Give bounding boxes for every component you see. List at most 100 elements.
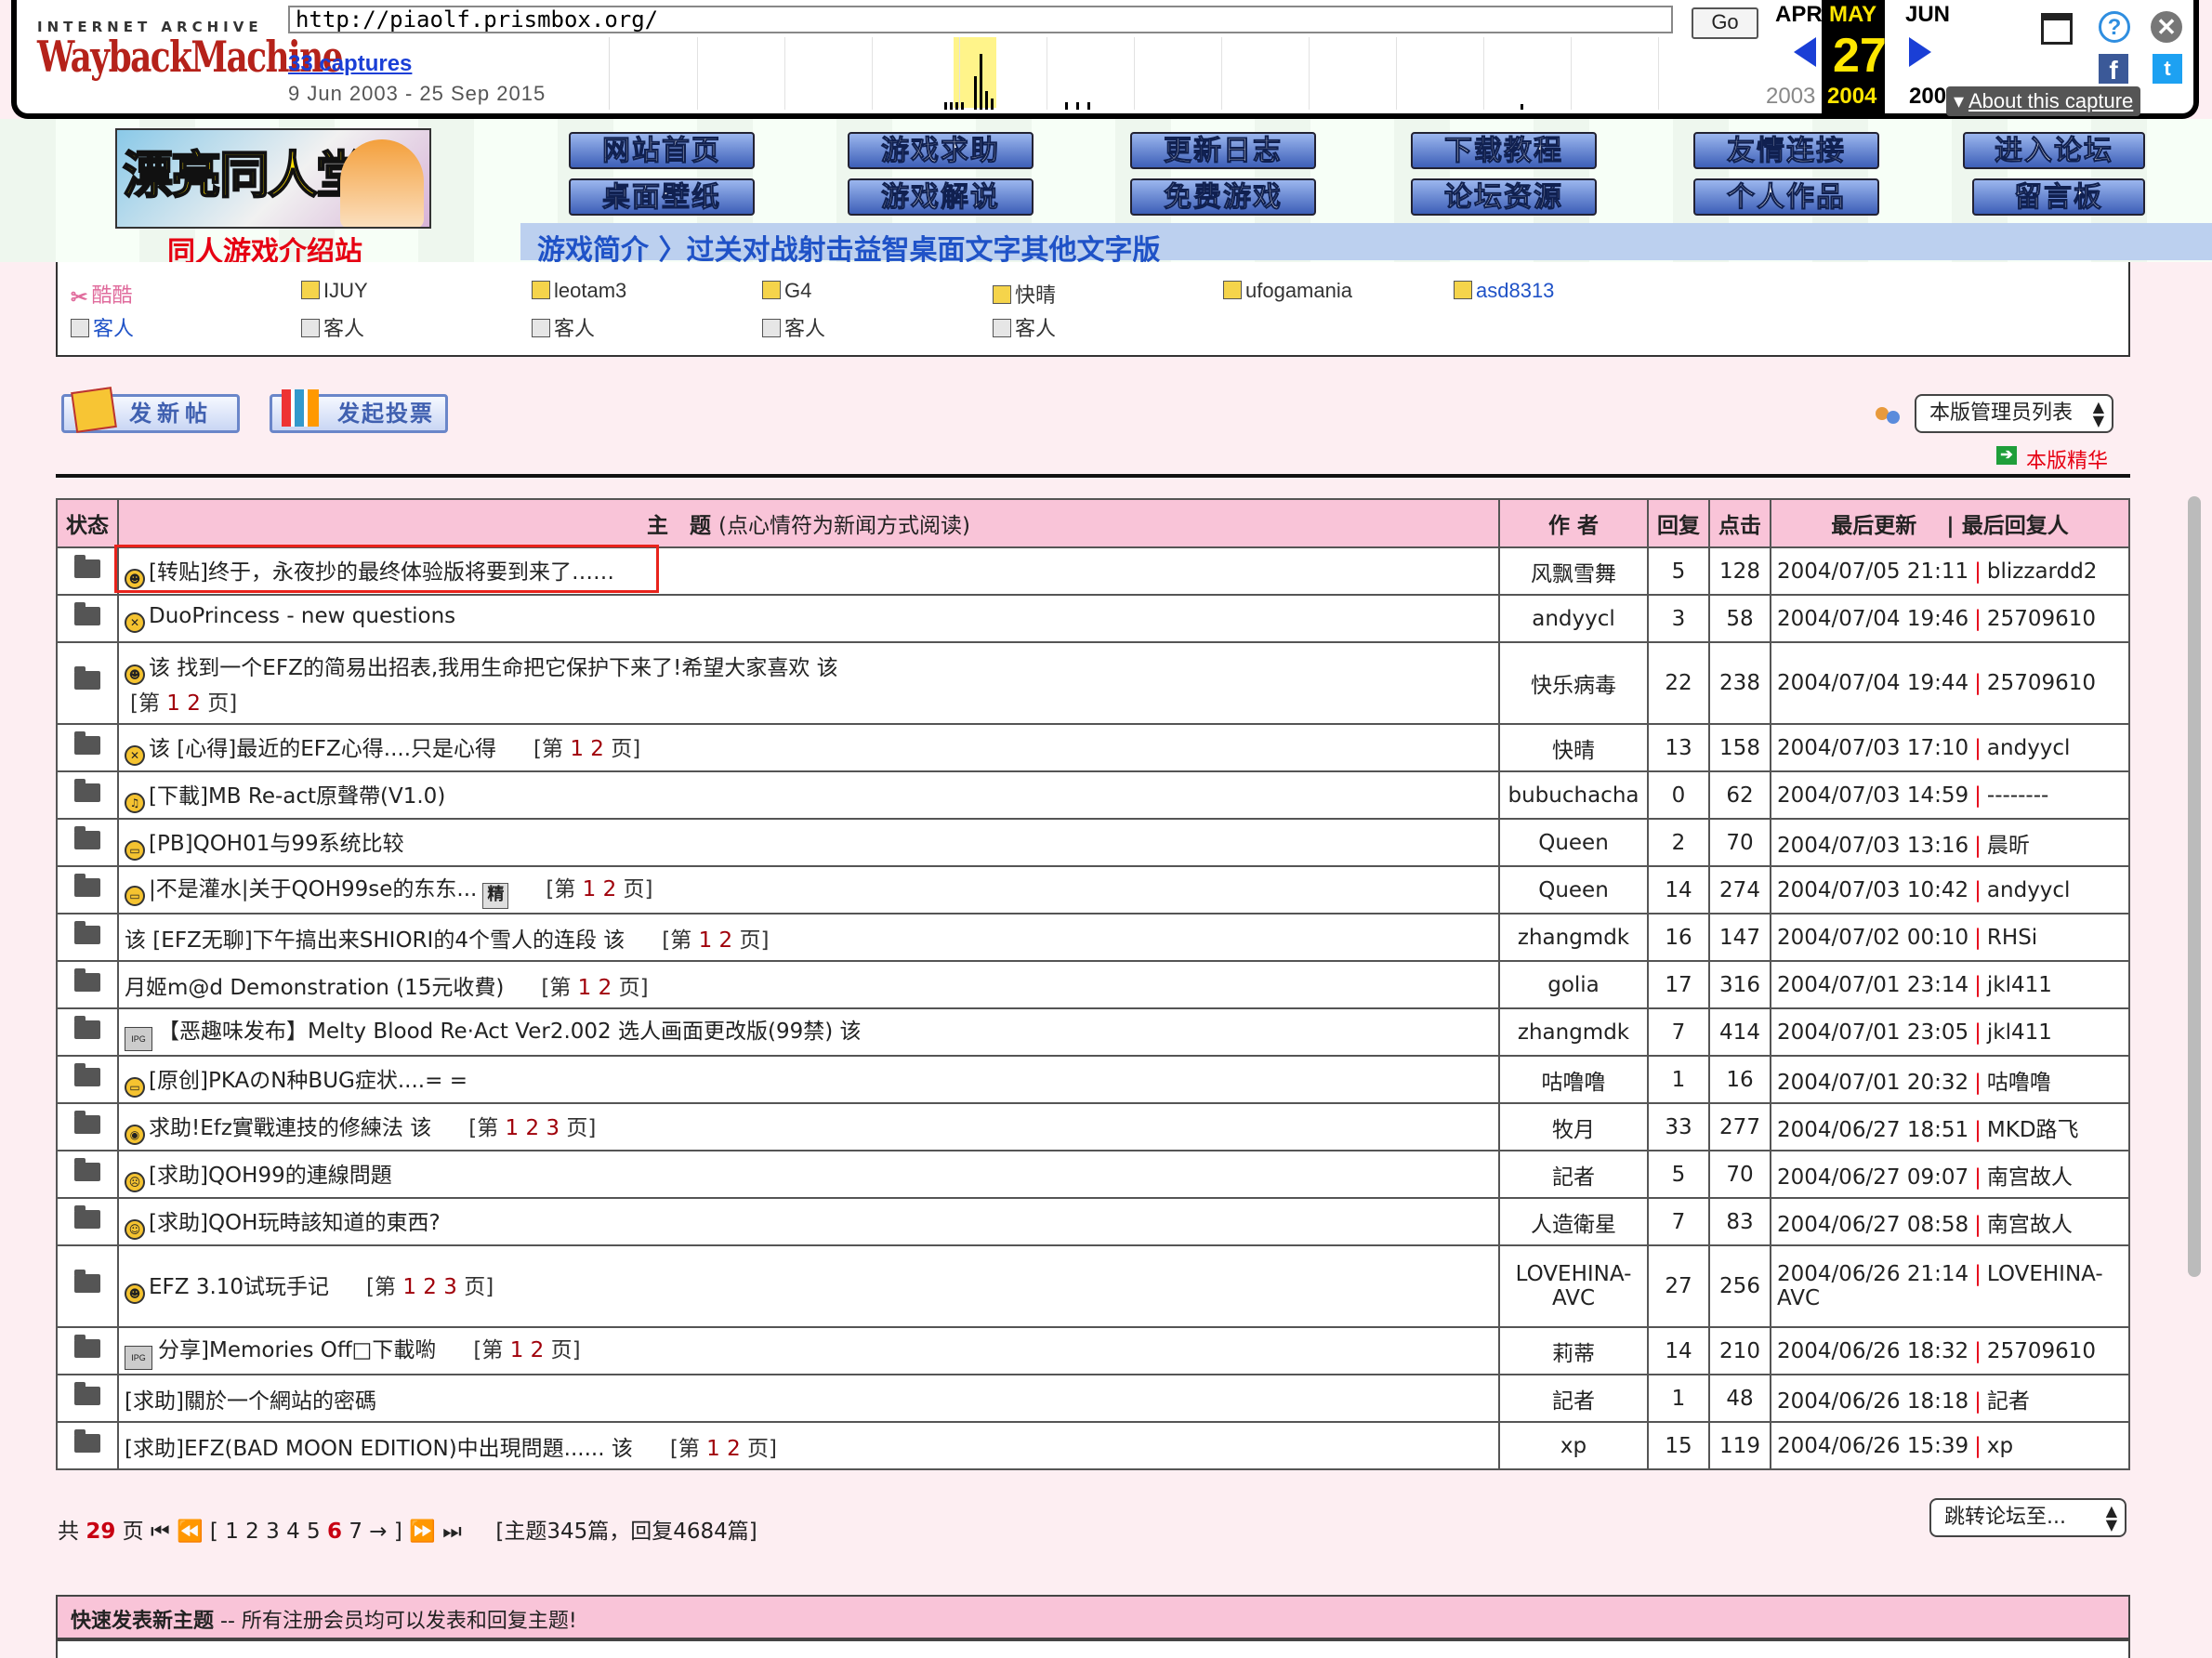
last-update-date[interactable]: 2004/07/01 23:05 — [1777, 1020, 1968, 1045]
vertical-scrollbar[interactable] — [2188, 496, 2201, 1277]
author-link[interactable]: bubuchacha — [1508, 783, 1639, 808]
author-link[interactable]: 风飘雪舞 — [1531, 562, 1616, 586]
last-update-date[interactable]: 2004/07/01 23:14 — [1777, 973, 1968, 997]
topic-link[interactable]: |不是灌水|关于QOH99se的东东... — [149, 877, 477, 901]
last-replier-link[interactable]: 南宫故人 — [1987, 1213, 2073, 1237]
last-update-date[interactable]: 2004/06/26 15:39 — [1777, 1434, 1968, 1458]
last-replier-link[interactable]: MKD路飞 — [1987, 1118, 2079, 1142]
page-links[interactable]: 1 2 — [583, 877, 617, 901]
page-links[interactable]: 1 2 — [166, 691, 201, 716]
nav-forum-resources[interactable]: 论坛资源 — [1411, 178, 1597, 216]
page-links[interactable]: 1 2 — [570, 737, 604, 761]
author-link[interactable]: zhangmdk — [1518, 1020, 1629, 1045]
nav-guestbook[interactable]: 留言板 — [1972, 178, 2145, 216]
topic-link[interactable]: [求助]QOH玩時該知道的東西? — [149, 1211, 441, 1235]
last-update-date[interactable]: 2004/06/26 18:18 — [1777, 1389, 1968, 1414]
author-link[interactable]: LOVEHINA-AVC — [1516, 1262, 1632, 1310]
table-row[interactable]: ♫ [下載]MB Re-act原聲帶(V1.0) bubuchacha 0 62 2004… — [56, 770, 2130, 820]
prev-capture-arrow-icon[interactable] — [1794, 37, 1816, 67]
mood-icon[interactable]: ☻ — [125, 665, 145, 685]
author-link[interactable]: 人造衛星 — [1531, 1213, 1616, 1237]
topic-link[interactable]: 分享]Memories Off□下載喲 — [158, 1338, 436, 1362]
last-replier-link[interactable]: xp — [1987, 1434, 2013, 1458]
page-link[interactable]: 4 — [286, 1520, 300, 1544]
nav-free-games[interactable]: 免费游戏 — [1130, 178, 1316, 216]
mood-icon[interactable]: ☺ — [125, 1218, 145, 1240]
nav-wallpaper[interactable]: 桌面壁纸 — [569, 178, 755, 216]
new-post-button[interactable]: 发新帖 — [61, 387, 240, 433]
wayback-next-year[interactable]: 200 — [1909, 84, 1946, 110]
topic-link[interactable]: [求助]關於一个網站的密碼 — [125, 1389, 376, 1414]
first-page-icon[interactable]: ⏮ — [151, 1520, 170, 1544]
table-row[interactable]: 该 [EFZ无聊]下午搞出来SHIORI的4个雪人的连段 该 [第 1 2 页] z… — [56, 913, 2130, 962]
calendar-icon[interactable] — [2041, 13, 2073, 45]
last-replier-link[interactable]: andyycl — [1987, 878, 2071, 902]
last-replier-link[interactable]: jkl411 — [1987, 1020, 2052, 1045]
author-link[interactable]: 記者 — [1552, 1389, 1595, 1414]
last-update-date[interactable]: 2004/06/26 21:14 — [1777, 1262, 1968, 1286]
topic-link[interactable]: EFZ 3.10试玩手记 — [149, 1275, 329, 1299]
topic-link[interactable]: [下載]MB Re-act原聲帶(V1.0) — [149, 784, 445, 809]
table-row[interactable]: IPG 【恶趣味发布】Melty Blood Re·Act Ver2.002 选人… — [56, 1007, 2130, 1057]
wayback-prev-year[interactable]: 2003 — [1766, 84, 1815, 110]
last-update-date[interactable]: 2004/06/27 08:58 — [1777, 1213, 1968, 1237]
table-row[interactable]: 月姬m@d Demonstration (15元收費) [第 1 2 页] goli… — [56, 960, 2130, 1009]
topic-link[interactable]: DuoPrincess - new questions — [149, 604, 455, 628]
next-capture-arrow-icon[interactable] — [1909, 37, 1931, 67]
online-member[interactable]: asd8313 — [1454, 279, 1554, 303]
more-pages-arrow[interactable]: → — [369, 1520, 387, 1544]
author-link[interactable]: 記者 — [1552, 1165, 1595, 1190]
mood-icon[interactable]: ▭ — [125, 839, 145, 861]
last-update-date[interactable]: 2004/07/04 19:44 — [1777, 671, 1968, 695]
page-link[interactable]: 5 — [307, 1520, 321, 1544]
forum-jump-select[interactable]: 跳转论坛至... ▲ ▼ — [1929, 1498, 2126, 1537]
online-member[interactable]: 快晴 — [993, 279, 1056, 309]
about-capture-button[interactable]: ▾ About this capture — [1946, 86, 2141, 116]
wayback-captures-link[interactable]: 33 captures — [288, 51, 412, 77]
table-row[interactable]: ▭ [PB]QOH01与99系统比较 Queen 2 70 2004/07/03 13:1… — [56, 818, 2130, 867]
last-replier-link[interactable]: 南宫故人 — [1987, 1165, 2073, 1190]
facebook-icon[interactable]: f — [2099, 54, 2128, 85]
author-link[interactable]: 咕噜噜 — [1542, 1071, 1606, 1095]
last-replier-link[interactable]: jkl411 — [1987, 973, 2052, 997]
online-member[interactable]: ✂ 酷酷 — [71, 279, 132, 309]
topic-link[interactable]: 月姬m@d Demonstration (15元收費) — [125, 976, 504, 1000]
wayback-next-month[interactable]: JUN — [1905, 2, 1950, 28]
page-links[interactable]: 1 2 — [706, 1437, 741, 1461]
last-replier-link[interactable]: 25709610 — [1987, 1339, 2096, 1363]
last-update-date[interactable]: 2004/07/03 10:42 — [1777, 878, 1968, 902]
nav-personal-works[interactable]: 个人作品 — [1693, 178, 1879, 216]
last-replier-link[interactable]: RHSi — [1987, 926, 2037, 950]
table-row[interactable]: ☺ [求助]QOH玩時該知道的東西? 人造衛星 7 83 2004/06/27 08:58… — [56, 1197, 2130, 1246]
table-row[interactable]: ☻ EFZ 3.10试玩手记 [第 1 2 3 页] LOVEHINA-AVC 27 25… — [56, 1244, 2130, 1328]
mood-icon[interactable]: ✕ — [125, 744, 145, 766]
next-page-icon[interactable]: ⏩ — [409, 1520, 436, 1544]
table-row[interactable]: ✕ 该 [心得]最近的EFZ心得....只是心得 [第 1 2 页] 快晴 13 158 2… — [56, 723, 2130, 772]
table-row[interactable]: [求助]關於一个網站的密碼 記者 1 48 2004/06/26 18:18 | 記者 — [56, 1374, 2130, 1423]
nav-game-guide[interactable]: 游戏解说 — [848, 178, 1034, 216]
page-links[interactable]: 1 2 — [510, 1338, 545, 1362]
wayback-go-button[interactable]: Go — [1692, 7, 1758, 39]
table-row[interactable]: ☻ 该 找到一个EFZ的简易出招表,我用生命把它保护下来了!希望大家喜欢 该 [第 … — [56, 641, 2130, 725]
table-row[interactable]: ▭ [原创]PKAのN种BUG症状....= = 咕噜噜 1 16 2004/07/01 … — [56, 1055, 2130, 1104]
last-update-date[interactable]: 2004/07/05 21:11 — [1777, 559, 1968, 584]
last-update-date[interactable]: 2004/06/27 09:07 — [1777, 1165, 1968, 1190]
table-row[interactable]: ☹ [求助]QOH99的連線問題 記者 5 70 2004/06/27 09:07 | 南宫故… — [56, 1150, 2130, 1199]
last-replier-link[interactable]: 25709610 — [1987, 671, 2096, 695]
last-replier-link[interactable]: blizzardd2 — [1987, 559, 2098, 584]
digest-link[interactable]: 本版精华 — [2026, 444, 2108, 474]
mood-icon[interactable]: ♫ — [125, 792, 145, 813]
online-member[interactable]: G4 — [762, 279, 811, 303]
last-replier-link[interactable]: 25709610 — [1987, 607, 2096, 631]
table-row[interactable]: ▭ |不是灌水|关于QOH99se的东东... 精 [第 1 2 页] Queen 14 2… — [56, 865, 2130, 915]
wayback-sparkline[interactable] — [609, 37, 1753, 110]
nav-download-guide[interactable]: 下载教程 — [1411, 132, 1597, 169]
nav-forum[interactable]: 进入论坛 — [1963, 132, 2145, 169]
author-link[interactable]: 牧月 — [1552, 1118, 1595, 1142]
page-link[interactable]: 1 — [225, 1520, 239, 1544]
topic-link[interactable]: [原创]PKAのN种BUG症状....= = — [149, 1069, 467, 1093]
wayback-prev-month[interactable]: APR — [1775, 2, 1823, 28]
last-replier-link[interactable]: 晨昕 — [1987, 834, 2030, 858]
table-row[interactable]: IPG 分享]Memories Off□下載喲 [第 1 2 页] 莉蒂 14 210 20… — [56, 1326, 2130, 1375]
topic-link[interactable]: 【恶趣味发布】Melty Blood Re·Act Ver2.002 选人画面更… — [158, 1020, 862, 1044]
